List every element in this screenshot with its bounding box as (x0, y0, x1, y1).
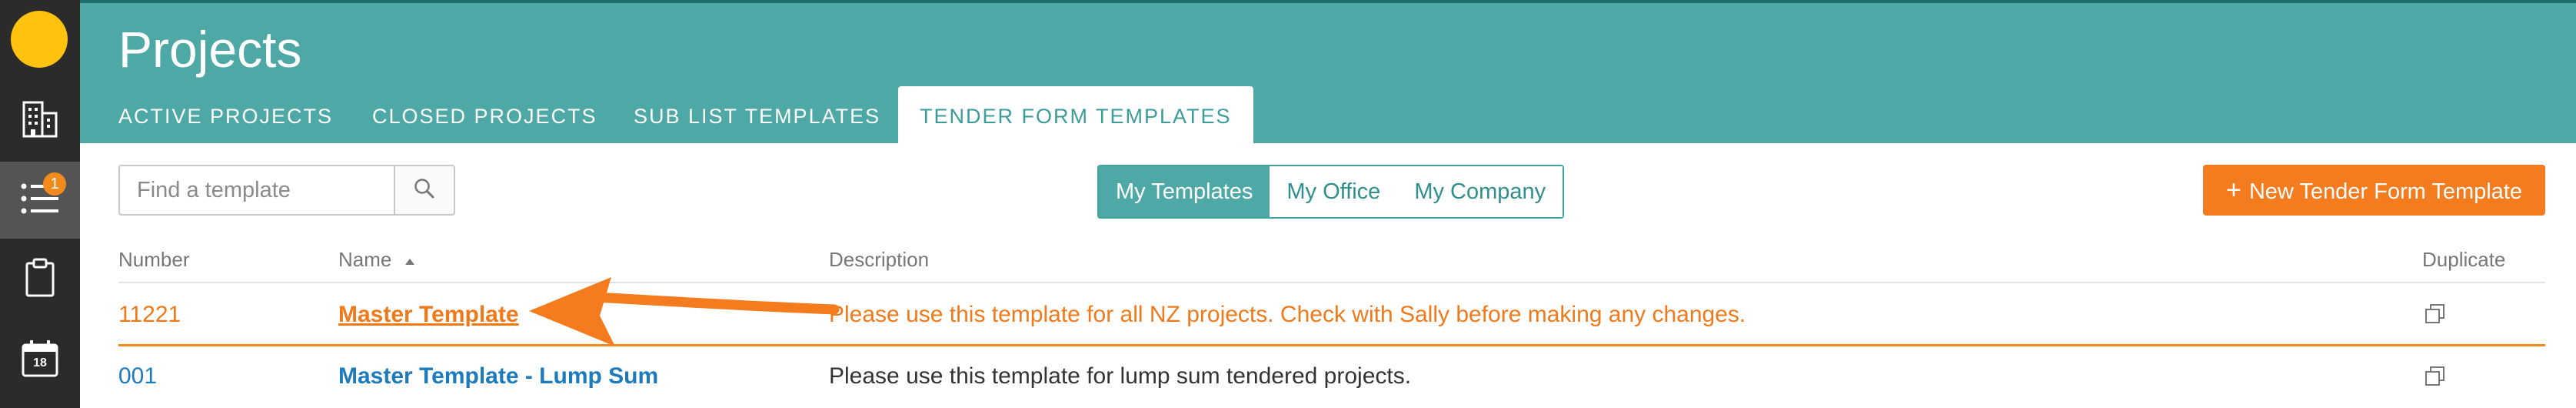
header-divider (118, 282, 2545, 283)
template-name-link[interactable]: Master Template - Lump Sum (338, 363, 658, 390)
duplicate-icon[interactable] (2424, 365, 2447, 392)
row-number: 11221 (118, 302, 181, 327)
column-header-name[interactable]: Name (338, 248, 416, 272)
filter-my-office[interactable]: My Office (1270, 166, 1398, 217)
column-header-duplicate: Duplicate (2422, 248, 2506, 271)
column-header-description: Description (829, 248, 930, 271)
building-icon (21, 99, 59, 143)
tab-active-projects[interactable]: ACTIVE PROJECTS (118, 86, 333, 146)
filter-my-templates[interactable]: My Templates (1099, 166, 1270, 217)
row-description: Please use this template for lump sum te… (829, 363, 1412, 389)
row-description: Please use this template for all NZ proj… (829, 302, 1746, 327)
tab-tender-form-templates[interactable]: TENDER FORM TEMPLATES (898, 86, 1253, 146)
row-divider-highlight (118, 344, 2545, 346)
tab-sub-list-templates[interactable]: SUB LIST TEMPLATES (634, 86, 880, 146)
search-icon (413, 177, 436, 204)
notification-badge: 1 (43, 172, 66, 196)
sidebar-item-lists[interactable]: 1 (0, 162, 80, 239)
column-header-number[interactable]: Number (118, 248, 189, 272)
page-header: Projects ACTIVE PROJECTS CLOSED PROJECTS… (80, 0, 2576, 146)
column-header-name-label: Name (338, 248, 392, 271)
sort-ascending-icon (398, 248, 416, 271)
plus-icon: + (2226, 176, 2242, 205)
search-button[interactable] (394, 165, 455, 216)
sidebar-item-buildings[interactable] (0, 82, 80, 159)
filter-my-company[interactable]: My Company (1397, 166, 1563, 217)
page-title: Projects (118, 21, 302, 78)
row-number: 001 (118, 363, 158, 389)
clipboard-icon (25, 258, 55, 302)
sidebar: 1 18 (0, 0, 80, 408)
calendar-day: 18 (33, 356, 47, 370)
search-input[interactable] (118, 165, 395, 216)
new-tender-form-template-button[interactable]: + New Tender Form Template (2203, 165, 2545, 216)
template-name-link[interactable]: Master Template (338, 302, 519, 328)
calendar-icon: 18 (21, 339, 59, 378)
template-scope-filter: My Templates My Office My Company (1097, 165, 1565, 219)
tab-closed-projects[interactable]: CLOSED PROJECTS (372, 86, 597, 146)
sidebar-item-clipboard[interactable] (0, 241, 80, 318)
new-button-label: New Tender Form Template (2248, 179, 2522, 204)
logo-circle[interactable] (11, 11, 68, 68)
duplicate-icon[interactable] (2424, 303, 2447, 329)
sidebar-item-calendar[interactable]: 18 (0, 320, 80, 397)
